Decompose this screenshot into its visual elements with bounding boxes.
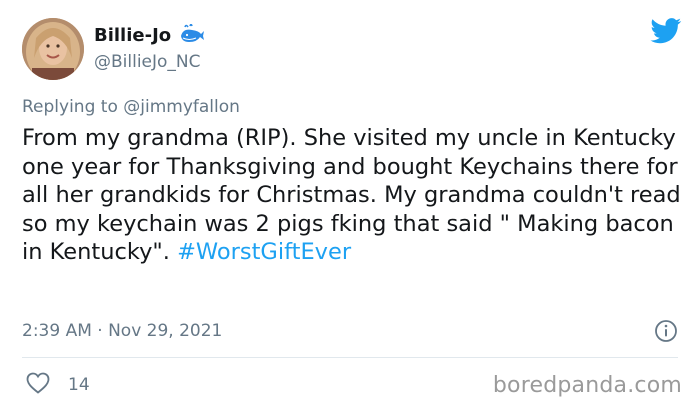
- whale-icon: [179, 23, 205, 48]
- like-count: 14: [68, 375, 90, 395]
- tweet-body: From my grandma (RIP). She visited my un…: [22, 124, 682, 267]
- name-block: Billie-Jo @BillieJo_NC: [94, 23, 205, 73]
- avatar[interactable]: [22, 18, 84, 80]
- handle[interactable]: @BillieJo_NC: [94, 51, 205, 73]
- timestamp-row: 2:39 AM · Nov 29, 2021: [22, 320, 678, 344]
- like-action[interactable]: 14: [26, 372, 90, 398]
- tweet-text: From my grandma (RIP). She visited my un…: [22, 125, 681, 266]
- tweet-header: Billie-Jo @BillieJo_NC: [22, 18, 682, 82]
- timestamp-link[interactable]: 2:39 AM · Nov 29, 2021: [22, 321, 222, 341]
- watermark-logo: boredpanda.com: [492, 373, 682, 398]
- reply-prefix: Replying to: [22, 97, 118, 117]
- reply-context: Replying to @jimmyfallon: [22, 96, 240, 118]
- info-icon[interactable]: [654, 319, 678, 347]
- hashtag-link[interactable]: #WorstGiftEver: [177, 239, 351, 265]
- heart-icon[interactable]: [26, 372, 50, 398]
- reply-mention-link[interactable]: @jimmyfallon: [123, 97, 240, 117]
- divider: [22, 357, 678, 358]
- display-name-row: Billie-Jo: [94, 23, 205, 48]
- display-name[interactable]: Billie-Jo: [94, 25, 171, 47]
- twitter-bird-icon[interactable]: [650, 18, 682, 48]
